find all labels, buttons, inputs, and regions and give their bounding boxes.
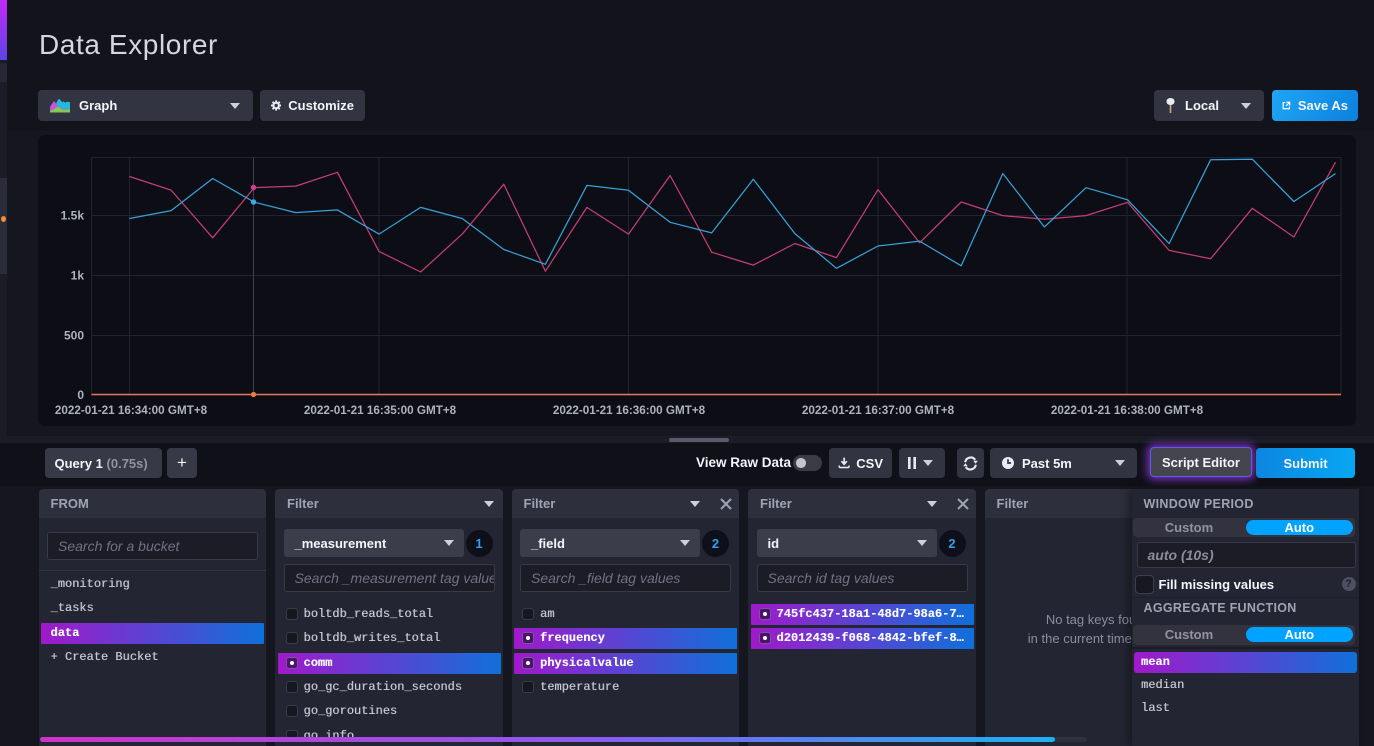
svg-text:2022-01-21 16:37:00 GMT+8: 2022-01-21 16:37:00 GMT+8 (802, 404, 955, 417)
svg-text:1k: 1k (71, 269, 85, 283)
svg-text:0: 0 (77, 388, 84, 402)
svg-text:1.5k: 1.5k (61, 209, 85, 223)
svg-text:2022-01-21 16:38:00 GMT+8: 2022-01-21 16:38:00 GMT+8 (1051, 404, 1204, 417)
svg-text:2022-01-21 16:34:00 GMT+8: 2022-01-21 16:34:00 GMT+8 (55, 404, 208, 417)
svg-text:500: 500 (64, 329, 84, 343)
svg-text:2022-01-21 16:35:00 GMT+8: 2022-01-21 16:35:00 GMT+8 (304, 404, 457, 417)
svg-text:2022-01-21 16:36:00 GMT+8: 2022-01-21 16:36:00 GMT+8 (553, 404, 706, 417)
